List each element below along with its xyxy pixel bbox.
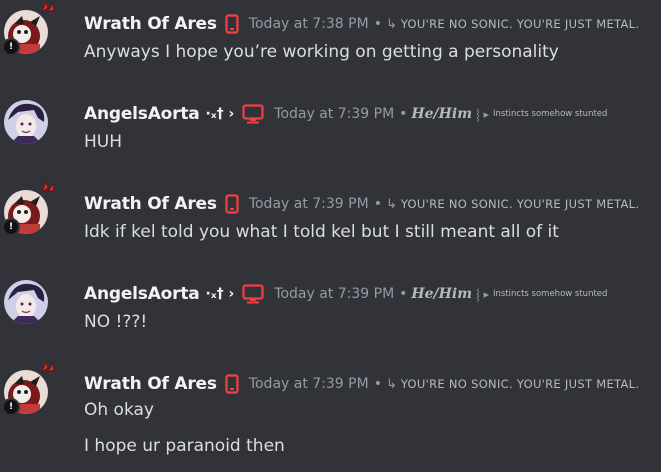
timestamp[interactable]: Today at 7:39 PM: [274, 286, 394, 302]
avatar[interactable]: !: [2, 0, 55, 56]
username[interactable]: Wrath Of Ares: [84, 374, 217, 394]
message-text: HUH: [84, 132, 123, 152]
phone-icon: [225, 194, 239, 214]
message-text: I hope ur paranoid then: [84, 436, 285, 456]
message-text: Anyways I hope you’re working on getting…: [84, 42, 559, 62]
chat-message-list: ! Wrath Of Ares Today at 7:38 PM • ↳ YOU…: [0, 0, 661, 472]
username[interactable]: Wrath Of Ares: [84, 194, 217, 214]
username[interactable]: Wrath Of Ares: [84, 14, 217, 34]
username[interactable]: AngelsAorta: [84, 284, 200, 304]
user-tag: Instincts somehow stunted: [493, 109, 608, 119]
exclamation-badge-icon: !: [2, 398, 20, 416]
separator-dot: •: [373, 376, 382, 392]
avatar[interactable]: !: [2, 180, 55, 236]
phone-icon: [225, 14, 239, 34]
separator-dot: •: [373, 196, 382, 212]
user-tag: YOU'RE NO SONIC. YOU'RE JUST METAL.: [400, 197, 640, 211]
username-decoration: ·ₓ† ›: [205, 286, 235, 302]
pronoun-separator: ⸾ ▸: [476, 287, 489, 301]
username[interactable]: AngelsAorta: [84, 104, 200, 124]
exclamation-badge-icon: !: [2, 218, 20, 236]
timestamp[interactable]: Today at 7:39 PM: [249, 196, 369, 212]
avatar-image: [4, 100, 48, 144]
message-header: Wrath Of Ares Today at 7:39 PM • ↳ YOU'R…: [84, 192, 639, 216]
separator-dot: •: [373, 16, 382, 32]
user-tag: Instincts somehow stunted: [493, 289, 608, 299]
reply-arrow-icon: ↳: [385, 376, 397, 392]
avatar[interactable]: [4, 280, 48, 324]
horns-decoration-icon: [40, 180, 55, 194]
exclamation-badge-icon: !: [2, 38, 20, 56]
reply-arrow-icon: ↳: [385, 196, 397, 212]
pronoun-separator: ⸾ ▸: [476, 107, 489, 121]
timestamp[interactable]: Today at 7:39 PM: [249, 376, 369, 392]
monitor-icon: [242, 284, 264, 304]
message-header: Wrath Of Ares Today at 7:38 PM • ↳ YOU'R…: [84, 12, 639, 36]
timestamp[interactable]: Today at 7:38 PM: [249, 16, 369, 32]
reply-arrow-icon: ↳: [385, 16, 397, 32]
avatar[interactable]: !: [2, 360, 55, 416]
monitor-icon: [242, 104, 264, 124]
horns-decoration-icon: [40, 360, 55, 374]
message-header: AngelsAorta ·ₓ† › Today at 7:39 PM • He/…: [84, 282, 607, 306]
message-text: NO !??!: [84, 312, 148, 332]
message-header: AngelsAorta ·ₓ† › Today at 7:39 PM • He/…: [84, 102, 607, 126]
user-tag: YOU'RE NO SONIC. YOU'RE JUST METAL.: [400, 17, 640, 31]
user-tag: YOU'RE NO SONIC. YOU'RE JUST METAL.: [400, 377, 640, 391]
message-text: Idk if kel told you what I told kel but …: [84, 222, 559, 242]
horns-decoration-icon: [40, 0, 55, 14]
avatar-image: [4, 280, 48, 324]
username-decoration: ·ₓ† ›: [205, 106, 235, 122]
pronouns: He/Him: [411, 106, 473, 122]
pronouns: He/Him: [411, 286, 473, 302]
avatar[interactable]: [4, 100, 48, 144]
message-text: Oh okay: [84, 400, 154, 420]
separator-dot: •: [399, 106, 408, 122]
message-header: Wrath Of Ares Today at 7:39 PM • ↳ YOU'R…: [84, 372, 639, 396]
separator-dot: •: [399, 286, 408, 302]
timestamp[interactable]: Today at 7:39 PM: [274, 106, 394, 122]
phone-icon: [225, 374, 239, 394]
